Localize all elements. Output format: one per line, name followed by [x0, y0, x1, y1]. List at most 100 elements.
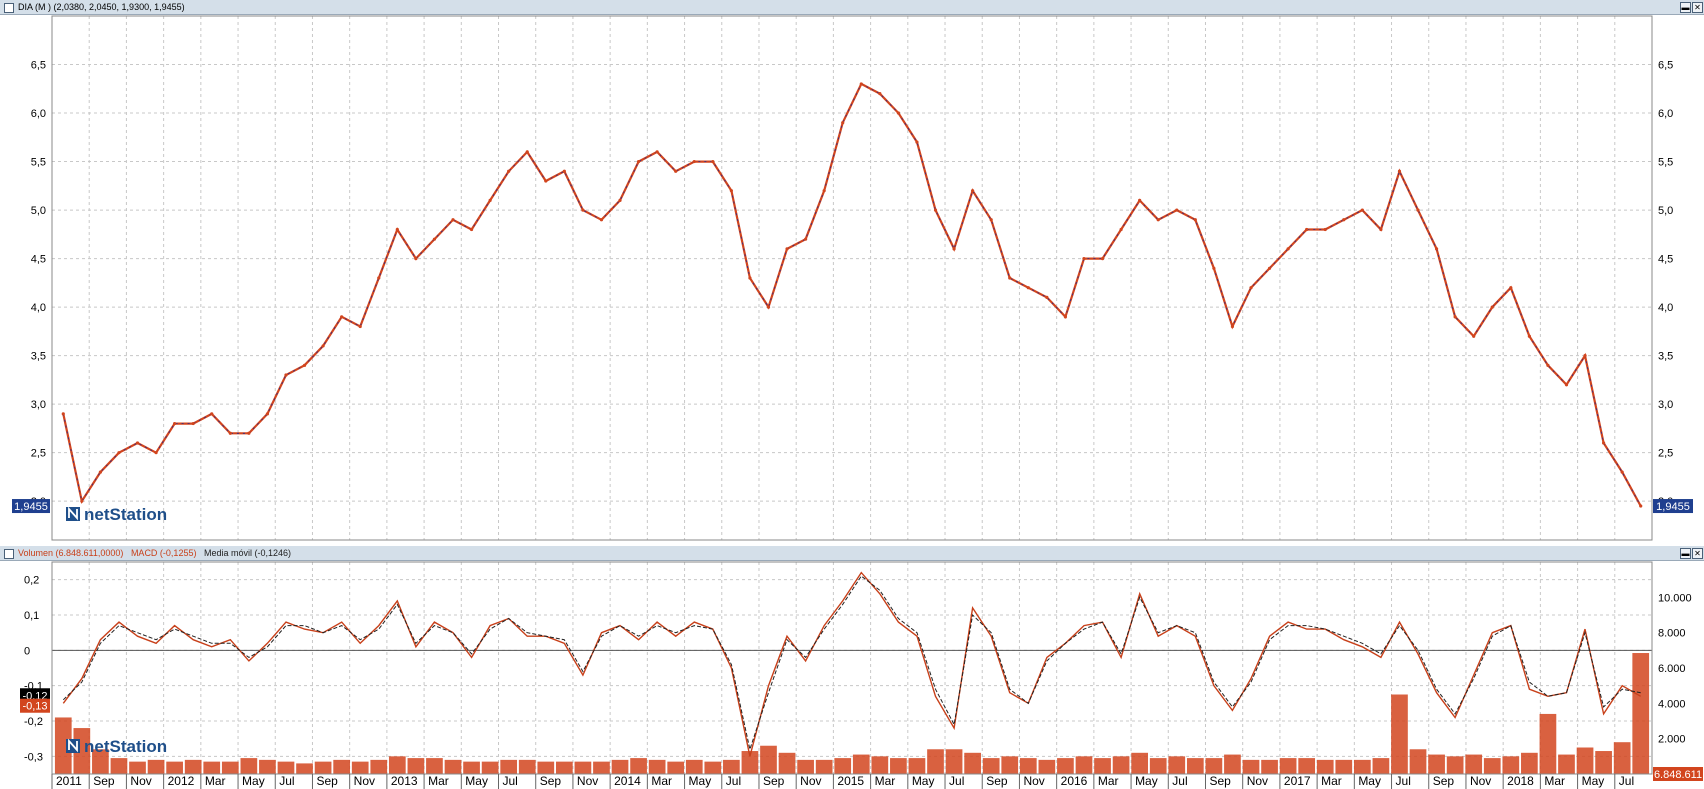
macd-tick-left: 0,2 — [24, 575, 39, 587]
volume-bar — [1521, 752, 1538, 774]
volume-bar — [1205, 758, 1223, 774]
price-point — [822, 189, 826, 193]
price-point — [1008, 276, 1012, 280]
price-point — [1323, 227, 1327, 232]
x-axis-label: Mar — [205, 774, 226, 788]
volume-bar — [221, 761, 239, 774]
volume-bar — [166, 761, 183, 774]
price-point — [1602, 441, 1606, 445]
volume-bar — [537, 761, 555, 774]
x-axis-label: Nov — [1470, 774, 1491, 788]
price-point — [469, 227, 474, 232]
price-line-up — [62, 83, 1642, 507]
price-point — [1175, 208, 1179, 212]
volume-bar — [1576, 747, 1594, 774]
price-point — [618, 198, 622, 202]
price-point — [1156, 218, 1160, 222]
price-tick-left: 2,5 — [31, 448, 46, 460]
price-tick-left: 3,0 — [31, 399, 46, 411]
x-axis-label: Sep — [763, 774, 785, 788]
volume-bar — [518, 759, 536, 774]
price-point — [302, 363, 307, 367]
volume-bar — [1316, 759, 1334, 774]
volume-bar — [1446, 756, 1464, 774]
volume-bar — [259, 759, 276, 774]
x-axis-label: Mar — [1321, 774, 1342, 788]
price-point — [989, 218, 993, 222]
volume-bar — [1483, 758, 1501, 774]
volume-bar — [444, 759, 462, 774]
price-point — [1286, 247, 1290, 251]
volume-bar — [1261, 759, 1278, 774]
price-point — [488, 198, 492, 202]
price-point — [1490, 305, 1494, 309]
x-axis-label: Nov — [1247, 774, 1268, 788]
price-point — [1639, 504, 1643, 508]
price-point — [1379, 227, 1383, 232]
x-axis-label: Mar — [651, 774, 672, 788]
price-tick-left: 6,0 — [31, 108, 46, 120]
price-point — [1249, 286, 1253, 290]
volume-bar — [555, 761, 573, 774]
x-axis-label: 2012 — [168, 774, 195, 788]
price-point — [859, 82, 863, 86]
axes: 6,5 6,5 6,0 6,0 5,5 5,5 5,0 5,0 4,5 4,5 4,0 4,0 3,5 3… — [24, 15, 1692, 789]
price-point — [1397, 169, 1402, 173]
price-point — [804, 237, 808, 241]
x-axis-label: May — [465, 774, 488, 788]
price-point — [377, 276, 381, 280]
x-axis-label: Mar — [875, 774, 896, 788]
price-point — [1360, 208, 1364, 212]
price-tick-left: 6,5 — [31, 60, 46, 72]
volume-tick-right: 4.000 — [1658, 698, 1686, 710]
stock-chart[interactable]: 6,5 6,5 6,0 6,0 5,5 5,5 5,0 5,0 4,5 4,5 4,0 4,0 3,5 3… — [0, 0, 1704, 789]
volume-bar — [593, 761, 610, 774]
price-point — [1193, 218, 1197, 222]
price-tick-right: 4,5 — [1658, 254, 1673, 266]
price-watermark: netStation — [84, 505, 167, 524]
volume-bar — [1613, 742, 1631, 774]
price-point — [562, 169, 566, 173]
price-point — [655, 150, 659, 154]
price-point — [599, 218, 604, 222]
volume-bar — [1502, 756, 1520, 774]
volume-bar — [648, 759, 666, 774]
price-point — [1509, 286, 1513, 290]
volume-bar — [1112, 756, 1130, 774]
price-point — [358, 324, 362, 329]
volume-bar — [463, 761, 480, 774]
price-point — [1267, 266, 1272, 270]
volume-bar — [1094, 758, 1111, 774]
volume-bar — [370, 759, 388, 774]
price-point — [525, 150, 529, 154]
price-point — [581, 208, 585, 212]
volume-bar — [1595, 751, 1612, 774]
macd-grid — [51, 562, 1652, 774]
last-price-badge-right: 1,9455 — [1656, 501, 1690, 513]
x-axis-label: Sep — [93, 774, 115, 788]
price-point — [1434, 247, 1439, 251]
price-point — [228, 431, 232, 435]
price-point — [1342, 218, 1346, 222]
price-line-down — [62, 82, 1642, 507]
price-tick-right: 6,0 — [1658, 108, 1673, 120]
price-point — [321, 344, 325, 348]
price-point — [711, 159, 715, 164]
price-tick-left: 4,5 — [31, 254, 46, 266]
volume-bar — [871, 756, 889, 774]
x-axis-label: Mar — [428, 774, 449, 788]
price-point — [1564, 383, 1569, 387]
x-axis-label: Nov — [130, 774, 151, 788]
price-point — [451, 218, 455, 222]
price-tick-right: 2,5 — [1658, 448, 1673, 460]
volume-bar — [1558, 754, 1575, 774]
x-axis-label: 2014 — [614, 774, 641, 788]
volume-bar — [110, 758, 128, 774]
price-point — [414, 256, 418, 261]
price-point — [1230, 324, 1235, 329]
volume-bar — [890, 758, 907, 774]
volume-bar — [426, 758, 443, 774]
x-axis-label: Nov — [1023, 774, 1044, 788]
volume-bar — [685, 759, 703, 774]
x-axis-label: Mar — [1544, 774, 1565, 788]
